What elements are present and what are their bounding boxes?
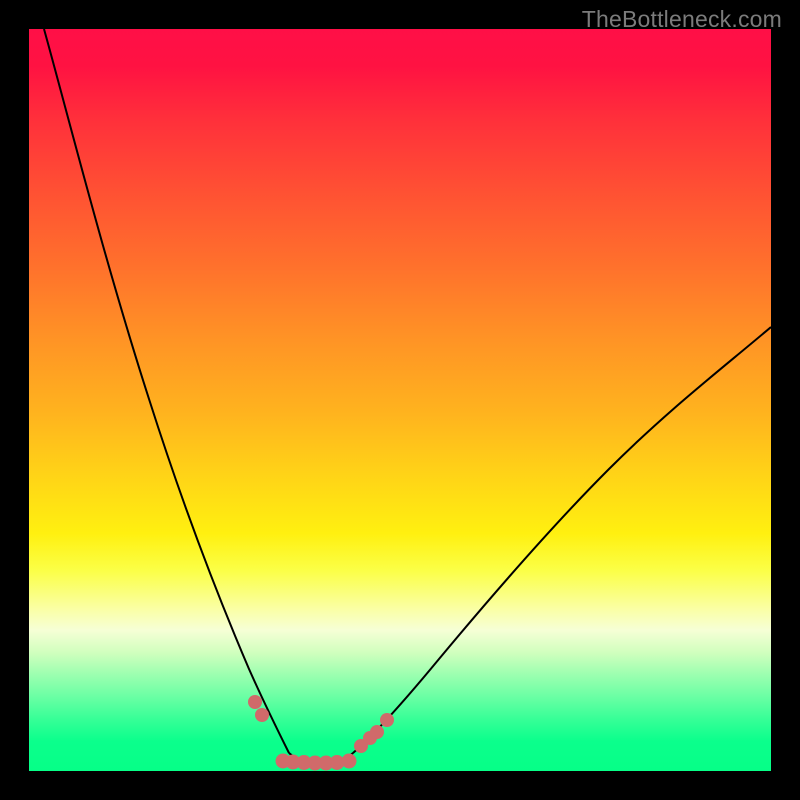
chart-frame: TheBottleneck.com bbox=[0, 0, 800, 800]
right-curve bbox=[353, 327, 771, 753]
left-dots bbox=[248, 695, 269, 722]
watermark-text: TheBottleneck.com bbox=[582, 6, 782, 33]
plot-area bbox=[29, 29, 771, 771]
bowl-caps bbox=[276, 754, 357, 771]
left-curve bbox=[44, 29, 289, 753]
curve-layer bbox=[29, 29, 771, 771]
right-dots bbox=[354, 713, 394, 753]
